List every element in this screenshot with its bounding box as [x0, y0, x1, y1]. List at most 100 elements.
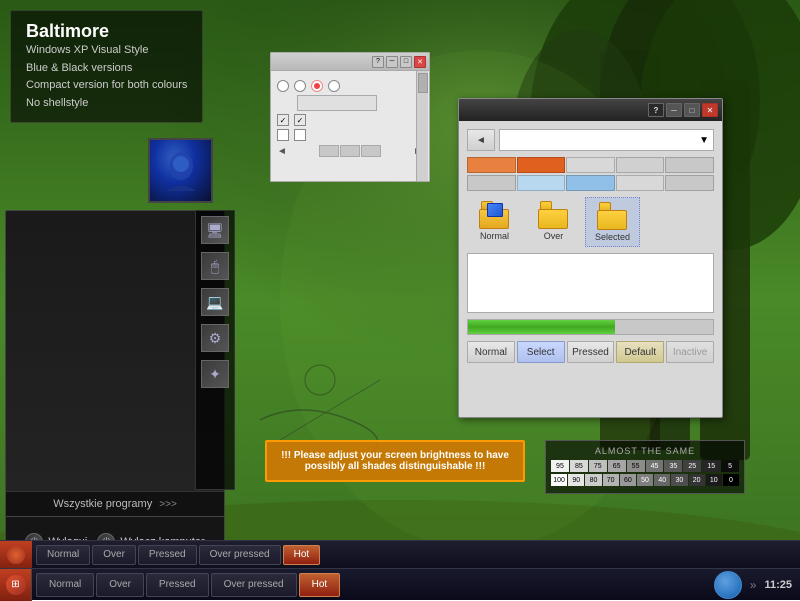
shade-cell: 30	[671, 474, 687, 486]
color-seg-blue-2	[566, 175, 615, 191]
scrollbar[interactable]	[416, 71, 428, 181]
taskbar-tab-over[interactable]: Over	[96, 573, 144, 597]
radio-3[interactable]	[311, 80, 323, 92]
tray-globe-icon	[714, 571, 742, 599]
color-seg-blue-1	[517, 175, 566, 191]
dialog-buttons: Normal Select Pressed Default Inactive	[467, 341, 714, 363]
preview-taskbar-tabs: NormalOverPressedOver pressedHot	[32, 545, 800, 565]
color-bar-row-2	[467, 175, 714, 191]
small-preview-close-btn[interactable]: ✕	[414, 56, 426, 68]
checkbox-3[interactable]	[277, 129, 289, 141]
taskbar-tabs: NormalOverPressedOver pressedHot	[32, 569, 706, 600]
shade-cell: 70	[603, 474, 619, 486]
color-seg-orange-1	[467, 157, 516, 173]
shade-cell: 45	[646, 460, 664, 472]
shade-cell: 85	[570, 460, 588, 472]
folder-over[interactable]: Over	[526, 197, 581, 247]
shade-cell: 20	[689, 474, 705, 486]
preview-taskbar: NormalOverPressedOver pressedHot	[0, 540, 800, 568]
preview-tab-hot[interactable]: Hot	[283, 545, 321, 565]
preview-start-btn[interactable]	[0, 541, 32, 569]
preview-textbox[interactable]	[297, 95, 377, 111]
scrollbar-thumb[interactable]	[418, 73, 428, 93]
btn-default[interactable]: Default	[616, 341, 664, 363]
folder-selected-body	[597, 210, 627, 230]
shade-cell: 50	[637, 474, 653, 486]
folder-selected-label: Selected	[595, 232, 630, 242]
shade-cell: 65	[608, 460, 626, 472]
clock: 11:25	[764, 579, 792, 591]
shade-cell: 80	[585, 474, 601, 486]
checkbox-row: ✓ ✓	[277, 114, 423, 126]
almost-same-title: ALMOST THE SAME	[551, 446, 739, 456]
dialog-min-btn[interactable]: ─	[666, 103, 682, 117]
info-line4: No shellstyle	[26, 95, 187, 113]
nav-dot-1[interactable]	[319, 145, 339, 157]
radio-1[interactable]	[277, 80, 289, 92]
dialog-help-btn[interactable]: ?	[648, 103, 664, 117]
sidebar-icon-5[interactable]: ✦	[201, 360, 229, 388]
radio-4[interactable]	[328, 80, 340, 92]
almost-same-panel: ALMOST THE SAME 9585756555453525155 1009…	[545, 440, 745, 494]
folder-selected[interactable]: Selected	[585, 197, 640, 247]
folder-normal-icon	[479, 201, 511, 229]
folder-over-body	[538, 209, 568, 229]
checkbox-4[interactable]	[294, 129, 306, 141]
nav-dot-3[interactable]	[361, 145, 381, 157]
folder-selected-icon	[597, 202, 629, 230]
color-seg-2-1	[467, 175, 516, 191]
small-preview-content: ✓ ✓ ◄ ►	[271, 71, 429, 163]
dialog-toolbar: ◄ ▼	[467, 129, 714, 151]
checkbox-1[interactable]: ✓	[277, 114, 289, 126]
radio-2[interactable]	[294, 80, 306, 92]
info-line1: Windows XP Visual Style	[26, 42, 187, 60]
taskbar-tab-pressed[interactable]: Pressed	[146, 573, 209, 597]
checkbox-2[interactable]: ✓	[294, 114, 306, 126]
info-line2: Blue & Black versions	[26, 60, 187, 78]
btn-select[interactable]: Select	[517, 341, 565, 363]
preview-tab-over[interactable]: Over	[92, 545, 136, 565]
sidebar-icon-1[interactable]: 🖥	[201, 216, 229, 244]
small-preview-max-btn[interactable]: □	[400, 56, 412, 68]
start-button[interactable]: ⊞	[0, 569, 32, 601]
nav-left-arrow[interactable]: ◄	[277, 146, 287, 157]
toolbar-back-btn[interactable]: ◄	[467, 129, 495, 151]
small-nav: ◄ ►	[277, 145, 423, 157]
folder-list: Normal Over Selected	[467, 197, 714, 247]
taskbar-tab-normal[interactable]: Normal	[36, 573, 94, 597]
tray-arrows[interactable]: »	[750, 578, 757, 592]
warning-box: !!! Please adjust your screen brightness…	[265, 440, 525, 482]
btn-pressed[interactable]: Pressed	[567, 341, 615, 363]
shade-cell: 0	[723, 474, 739, 486]
sidebar-icon-2[interactable]: 🖱	[201, 252, 229, 280]
small-preview-min-btn[interactable]: ─	[386, 56, 398, 68]
dialog-close-btn[interactable]: ✕	[702, 103, 718, 117]
taskbar-tab-hot[interactable]: Hot	[299, 573, 341, 597]
preview-tab-pressed[interactable]: Pressed	[138, 545, 197, 565]
folder-normal[interactable]: Normal	[467, 197, 522, 247]
programs-label[interactable]: Wszystkie programy	[53, 498, 152, 510]
small-preview-help-btn[interactable]: ?	[372, 56, 384, 68]
preview-tab-over-pressed[interactable]: Over pressed	[199, 545, 281, 565]
checkbox-row-2	[277, 129, 423, 141]
info-panel: Baltimore Windows XP Visual Style Blue &…	[10, 10, 203, 123]
dialog-max-btn[interactable]: □	[684, 103, 700, 117]
address-dropdown[interactable]: ▼	[499, 129, 714, 151]
color-seg-orange-2	[517, 157, 566, 173]
text-area[interactable]	[467, 253, 714, 313]
sidebar-icon-4[interactable]: ⚙	[201, 324, 229, 352]
btn-normal[interactable]: Normal	[467, 341, 515, 363]
progress-bar-container	[467, 319, 714, 335]
color-seg-2-4	[616, 175, 665, 191]
nav-dot-2[interactable]	[340, 145, 360, 157]
shade-cell: 35	[664, 460, 682, 472]
btn-inactive[interactable]: Inactive	[666, 341, 714, 363]
small-preview-titlebar: ? ─ □ ✕	[271, 53, 429, 71]
programs-arrow: >>>	[159, 499, 177, 510]
radio-row	[277, 80, 423, 92]
preview-tab-normal[interactable]: Normal	[36, 545, 90, 565]
taskbar-tab-over-pressed[interactable]: Over pressed	[211, 573, 297, 597]
shade-cell: 95	[551, 460, 569, 472]
sidebar-icon-3[interactable]: 💻	[201, 288, 229, 316]
folder-selected-tab	[599, 202, 611, 210]
